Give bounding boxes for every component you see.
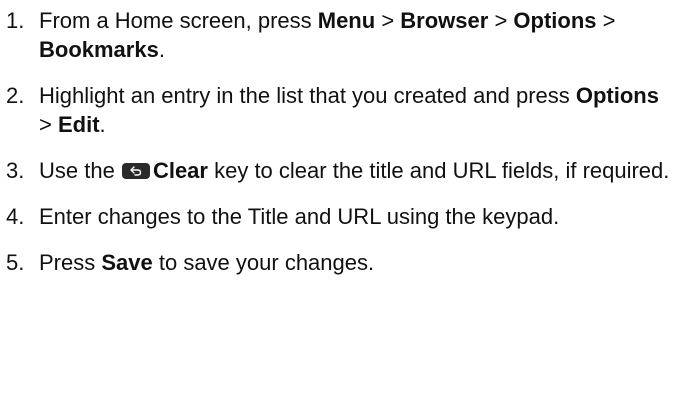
step-text-part: to save your changes. — [152, 250, 375, 275]
instruction-steps: 1. From a Home screen, press Menu > Brow… — [6, 6, 670, 277]
options-term: Options — [513, 8, 597, 33]
step-number: 3. — [6, 158, 25, 183]
step-number: 4. — [6, 204, 25, 229]
step-text-part: key to clear the title and URL fields, i… — [207, 158, 670, 183]
step-number: 2. — [6, 83, 25, 108]
separator: > — [375, 8, 401, 33]
step-text: Highlight an entry in the list that you … — [39, 81, 670, 139]
step-text-part: . — [158, 37, 165, 62]
separator: > — [596, 8, 616, 33]
step-4: 4. Enter changes to the Title and URL us… — [6, 202, 670, 231]
step-3: 3. Use the Clear key to clear the title … — [6, 156, 670, 185]
step-text: From a Home screen, press Menu > Browser… — [39, 6, 670, 64]
step-1: 1. From a Home screen, press Menu > Brow… — [6, 6, 670, 64]
step-text: Use the Clear key to clear the title and… — [39, 156, 670, 185]
step-text-part: Use the — [39, 158, 121, 183]
step-number: 5. — [6, 250, 25, 275]
options-term: Options — [575, 83, 659, 108]
step-text: Press Save to save your changes. — [39, 248, 670, 277]
step-text-part: Enter changes to the Title and URL using… — [39, 204, 560, 229]
save-term: Save — [101, 250, 153, 275]
separator: > — [39, 112, 58, 137]
clear-key-icon — [121, 163, 150, 179]
step-text-part: Press — [39, 250, 102, 275]
step-2: 2. Highlight an entry in the list that y… — [6, 81, 670, 139]
step-5: 5. Press Save to save your changes. — [6, 248, 670, 277]
step-number: 1. — [6, 8, 25, 33]
separator: > — [488, 8, 514, 33]
step-text: Enter changes to the Title and URL using… — [39, 202, 670, 231]
browser-term: Browser — [400, 8, 489, 33]
step-text-part: From a Home screen, press — [39, 8, 318, 33]
clear-term: Clear — [152, 158, 208, 183]
edit-term: Edit — [57, 112, 100, 137]
step-text-part: Highlight an entry in the list that you … — [39, 83, 576, 108]
bookmarks-term: Bookmarks — [39, 37, 159, 62]
step-text-part: . — [99, 112, 106, 137]
menu-term: Menu — [317, 8, 376, 33]
